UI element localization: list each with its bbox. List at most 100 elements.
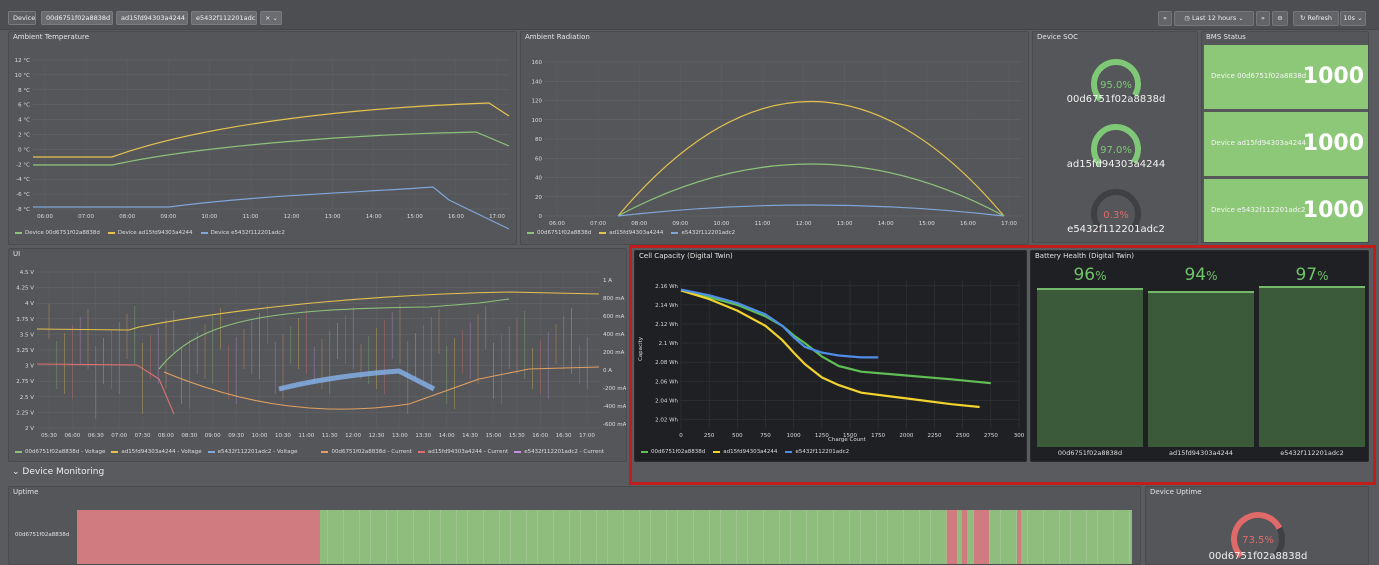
legend-label: 00d6751f02a8838d xyxy=(537,230,592,236)
ambient-temperature-panel: Ambient Temperature 12 °C 10 °C 8 °C 6 °C 4 … xyxy=(8,31,517,245)
legend-item[interactable]: e5432f112201adc2 xyxy=(671,230,735,236)
bms-device-label: Device e5432f112201adc2 xyxy=(1211,206,1306,214)
legend-item[interactable]: e5432f112201adc2 - Current xyxy=(514,449,604,455)
legend-item[interactable]: ad15fd94303a4244 - Voltage xyxy=(111,449,202,455)
soc-gauge-value: 95.0% xyxy=(1100,80,1132,91)
uptime-gauge-value: 73.5% xyxy=(1242,535,1274,546)
refresh-interval-select[interactable]: 10s ⌄ xyxy=(1340,11,1366,26)
time-back-button[interactable]: « xyxy=(1158,11,1172,26)
chart-legend: 00d6751f02a8838d ad15fd94303a4244 e5432f… xyxy=(527,230,735,236)
time-forward-button[interactable]: » xyxy=(1256,11,1270,26)
legend-label: e5432f112201adc2 - Current xyxy=(524,449,605,455)
uptime-state-tick xyxy=(1000,510,1001,564)
legend-item[interactable]: e5432f112201adc2 - Voltage xyxy=(207,449,297,455)
uptime-state-tick xyxy=(849,510,850,564)
legend-item[interactable]: ad15fd94303a4244 xyxy=(599,230,663,236)
ui-y2-tick: -400 mA xyxy=(603,404,627,410)
remove-icon[interactable]: × xyxy=(187,14,188,22)
legend-item[interactable]: ad15fd94303a4244 - Current xyxy=(417,449,508,455)
temperature-x-tick: 11:00 xyxy=(243,214,259,220)
time-range-picker[interactable]: ◷ Last 12 hours ⌄ xyxy=(1174,11,1254,26)
legend-item[interactable]: 00d6751f02a8838d - Current xyxy=(321,449,412,455)
legend-item[interactable]: Device 00d6751f02a8838d xyxy=(15,230,100,236)
bms-cell-ad15fd94303a4244: Device ad15fd94303a4244 1000 xyxy=(1204,112,1368,176)
temperature-x-tick: 10:00 xyxy=(201,214,217,220)
ui-x-tick: 14:00 xyxy=(439,433,455,439)
temperature-x-tick: 14:00 xyxy=(366,214,382,220)
chart-legend: 00d6751f02a8838d - Voltage ad15fd94303a4… xyxy=(15,449,604,455)
series-line-00d6751f02a8838d-voltage xyxy=(158,298,510,370)
uptime-state-tick xyxy=(607,510,608,564)
uptime-state-tick xyxy=(1016,510,1017,564)
ui-y-tick: 4.5 V xyxy=(20,270,34,276)
radiation-y-tick: 160 xyxy=(532,60,543,66)
ui-x-tick: 08:00 xyxy=(158,433,174,439)
gauge-device-name: 00d6751f02a8838d xyxy=(1208,551,1308,562)
legend-item[interactable]: Device e5432f112201adc2 xyxy=(200,230,285,236)
radiation-x-tick: 08:00 xyxy=(631,221,647,227)
uptime-state-tick xyxy=(790,510,791,564)
refresh-button[interactable]: ↻ Refresh xyxy=(1293,11,1339,26)
legend-item[interactable]: 00d6751f02a8838d - Voltage xyxy=(15,449,105,455)
ui-y2-tick: -600 mA xyxy=(603,422,627,428)
uptime-state-tick xyxy=(973,510,974,564)
radiation-x-tick: 13:00 xyxy=(837,221,853,227)
temperature-x-tick: 07:00 xyxy=(78,214,94,220)
uptime-state-tick xyxy=(596,510,597,564)
uptime-state-tick xyxy=(989,510,990,564)
ui-y2-tick: 600 mA xyxy=(603,314,625,320)
legend-label: Device e5432f112201adc2 xyxy=(210,230,285,236)
device-chip-2[interactable]: ad15fd94303a4244 × xyxy=(116,11,188,25)
temperature-y-tick: -6 °C xyxy=(16,192,30,198)
legend-item[interactable]: 00d6751f02a8838d xyxy=(527,230,591,236)
ambient-temperature-chart: 12 °C 10 °C 8 °C 6 °C 4 °C 2 °C 0 °C -2 °C -4 °C… xyxy=(15,58,510,230)
radiation-y-tick: 20 xyxy=(535,195,542,201)
uptime-state-tick xyxy=(666,510,667,564)
uptime-state-tick xyxy=(650,510,651,564)
device-chip-3[interactable]: e5432f112201adc2 × xyxy=(191,11,257,25)
legend-label: ad15fd94303a4244 xyxy=(609,230,664,236)
uptime-state-timeline xyxy=(77,510,1132,564)
temperature-y-tick: -8 °C xyxy=(16,207,30,213)
legend-label: 00d6751f02a8838d - Current xyxy=(331,449,412,455)
uptime-state-tick xyxy=(386,510,387,564)
radiation-x-tick: 10:00 xyxy=(713,221,729,227)
radiation-x-tick: 12:00 xyxy=(796,221,812,227)
uptime-down-segment xyxy=(973,510,989,564)
series-line-ad15fd94303a4244 xyxy=(33,102,510,158)
clear-devices-button[interactable]: × ⌄ xyxy=(260,11,282,25)
uptime-panel: Uptime 00d6751f02a8838d xyxy=(8,486,1141,565)
temperature-x-tick: 15:00 xyxy=(407,214,423,220)
temperature-x-tick: 06:00 xyxy=(37,214,53,220)
bms-value: 1000 xyxy=(1302,131,1364,156)
uptime-state-tick xyxy=(370,510,371,564)
series-line-e5432f112201adc2 xyxy=(617,204,1005,217)
device-chip-1[interactable]: 00d6751f02a8838d × xyxy=(41,11,113,25)
ui-x-tick: 11:30 xyxy=(322,433,338,439)
refresh-icon: ↻ xyxy=(1299,14,1306,22)
uptime-state-tick xyxy=(779,510,780,564)
uptime-state-tick xyxy=(623,510,624,564)
uptime-state-tick xyxy=(537,510,538,564)
uptime-state-tick xyxy=(359,510,360,564)
device-soc-panel: Device SOC 95.0% 97.0% 0.3% 00d6751f02a883… xyxy=(1032,31,1198,243)
legend-item[interactable]: Device ad15fd94303a4244 xyxy=(107,230,193,236)
ui-x-tick: 07:00 xyxy=(111,433,127,439)
uptime-state-tick xyxy=(887,510,888,564)
radiation-y-tick: 100 xyxy=(532,118,543,124)
gauge-device-name: e5432f112201adc2 xyxy=(1067,224,1165,235)
remove-icon[interactable]: × xyxy=(112,14,113,22)
ui-x-tick: 06:30 xyxy=(88,433,104,439)
uptime-state-tick xyxy=(693,510,694,564)
temperature-x-tick: 13:00 xyxy=(325,214,341,220)
zoom-out-button[interactable]: ⊖ xyxy=(1272,11,1288,26)
ui-y2-tick: 200 mA xyxy=(603,350,625,356)
gauge-device-name: ad15fd94303a4244 xyxy=(1066,159,1166,170)
legend-label: Device ad15fd94303a4244 xyxy=(117,230,193,236)
device-chip-label: e5432f112201adc2 xyxy=(196,14,257,22)
temperature-y-tick: -2 °C xyxy=(16,162,30,168)
series-line-00d6751f02a8838d xyxy=(33,131,510,166)
device-chip-label: ad15fd94303a4244 xyxy=(121,14,185,22)
device-monitoring-row-header[interactable]: ⌄ Device Monitoring xyxy=(12,467,104,477)
chevron-down-icon: ⌄ xyxy=(12,467,20,477)
